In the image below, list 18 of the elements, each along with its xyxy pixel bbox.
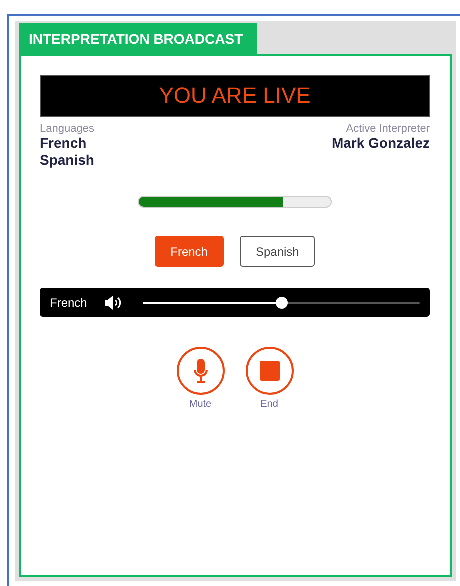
slider-thumb[interactable] (276, 296, 288, 308)
volume-icon[interactable] (105, 296, 124, 310)
panel-tab[interactable]: INTERPRETATION BROADCAST (19, 23, 257, 54)
end-label: End (260, 399, 278, 410)
player-label: French (50, 296, 88, 310)
mute-label: Mute (189, 399, 212, 410)
stop-icon (260, 361, 280, 381)
language-name: French (40, 135, 88, 152)
interpreter-label: Active Interpreter (345, 123, 430, 135)
language-button[interactable]: French (154, 236, 224, 267)
microphone-icon (194, 359, 208, 383)
language-name: Spanish (40, 152, 94, 169)
mute-button[interactable] (176, 347, 224, 395)
interpreter-name: Mark Gonzalez (332, 135, 430, 152)
end-button[interactable] (246, 347, 294, 395)
language-button[interactable]: Spanish (240, 236, 316, 267)
live-banner: YOU ARE LIVE (40, 75, 430, 117)
languages-label: Languages (40, 123, 94, 135)
